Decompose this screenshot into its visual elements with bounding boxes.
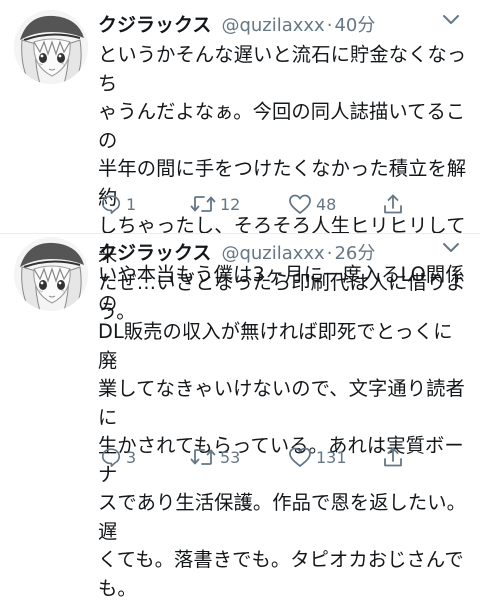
- reply-icon: [100, 446, 122, 468]
- like-button[interactable]: 131: [288, 443, 347, 471]
- share-icon: [382, 193, 404, 215]
- retweet-count: 12: [220, 194, 241, 214]
- chevron-down-icon[interactable]: [442, 12, 460, 26]
- chevron-down-icon[interactable]: [442, 240, 460, 254]
- retweet-icon: [190, 193, 216, 215]
- handle[interactable]: @quzilaxxx: [221, 15, 324, 36]
- retweet-icon: [190, 446, 216, 468]
- heart-icon: [288, 193, 312, 215]
- reply-count: 3: [126, 447, 137, 467]
- retweet-count: 53: [220, 447, 241, 467]
- timestamp[interactable]: 40分: [334, 11, 375, 37]
- retweet-button[interactable]: 12: [190, 190, 240, 218]
- reply-button[interactable]: 1: [100, 190, 136, 218]
- share-button[interactable]: [382, 190, 404, 218]
- avatar-icon: [14, 10, 88, 84]
- tweet-header: クジラックス @quzilaxxx · 40分: [98, 10, 472, 38]
- tweet[interactable]: クジラックス @quzilaxxx · 40分 というかそんな遅いと流石に貯金な…: [0, 0, 480, 323]
- reply-count: 1: [126, 194, 137, 214]
- reply-button[interactable]: 3: [100, 443, 136, 471]
- tweet[interactable]: クジラックス @quzilaxxx · 26分 いや本当もう僕は3ヶ月に一度入る…: [0, 233, 480, 600]
- tweet-actions: 1 12 48: [98, 190, 470, 218]
- avatar[interactable]: [14, 10, 88, 84]
- share-button[interactable]: [382, 443, 404, 471]
- like-count: 131: [316, 447, 347, 467]
- reply-icon: [100, 193, 122, 215]
- retweet-button[interactable]: 53: [190, 443, 240, 471]
- heart-icon: [288, 446, 312, 468]
- share-icon: [382, 446, 404, 468]
- tweet-actions: 3 53 131: [98, 443, 470, 471]
- avatar[interactable]: [14, 237, 88, 311]
- separator: ·: [326, 15, 333, 36]
- like-button[interactable]: 48: [288, 190, 336, 218]
- tweet-text: いや本当もう僕は3ヶ月に一度入るLO関係の DL販売の収入が無ければ即死でとっく…: [98, 263, 467, 600]
- like-count: 48: [316, 194, 337, 214]
- display-name[interactable]: クジラックス: [98, 10, 211, 37]
- avatar-icon: [14, 237, 88, 311]
